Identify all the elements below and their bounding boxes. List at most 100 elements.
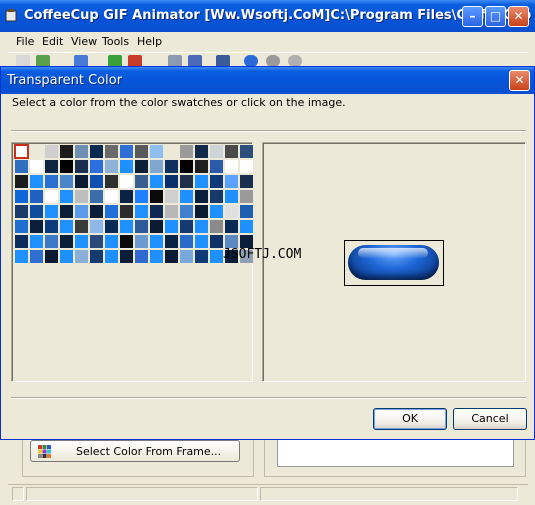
color-swatch[interactable] xyxy=(14,219,29,234)
color-swatch[interactable] xyxy=(44,159,59,174)
color-swatch[interactable] xyxy=(89,174,104,189)
color-swatch[interactable] xyxy=(164,159,179,174)
menu-edit[interactable]: Edit xyxy=(42,35,63,48)
color-swatch[interactable] xyxy=(89,249,104,264)
color-swatch[interactable] xyxy=(224,189,239,204)
color-swatch[interactable] xyxy=(119,144,134,159)
color-swatch[interactable] xyxy=(164,219,179,234)
color-swatch[interactable] xyxy=(194,159,209,174)
color-swatch[interactable] xyxy=(104,234,119,249)
color-swatch[interactable] xyxy=(29,204,44,219)
color-swatch[interactable] xyxy=(209,174,224,189)
color-swatch[interactable] xyxy=(209,204,224,219)
menu-file[interactable]: File xyxy=(16,35,34,48)
color-swatch[interactable] xyxy=(134,174,149,189)
color-swatch[interactable] xyxy=(44,234,59,249)
color-swatch[interactable] xyxy=(59,144,74,159)
color-swatch[interactable] xyxy=(29,144,44,159)
color-swatch[interactable] xyxy=(119,204,134,219)
color-swatch[interactable] xyxy=(89,219,104,234)
color-swatch[interactable] xyxy=(74,189,89,204)
color-swatch[interactable] xyxy=(164,144,179,159)
color-swatch[interactable] xyxy=(59,249,74,264)
color-swatch[interactable] xyxy=(14,234,29,249)
color-swatch[interactable] xyxy=(104,204,119,219)
color-swatch[interactable] xyxy=(194,219,209,234)
color-swatch[interactable] xyxy=(104,249,119,264)
color-swatch[interactable] xyxy=(59,204,74,219)
color-swatch[interactable] xyxy=(134,189,149,204)
color-swatch[interactable] xyxy=(44,204,59,219)
color-swatch[interactable] xyxy=(224,159,239,174)
color-swatch[interactable] xyxy=(89,234,104,249)
color-swatch[interactable] xyxy=(44,249,59,264)
color-swatch[interactable] xyxy=(44,174,59,189)
color-swatch[interactable] xyxy=(134,249,149,264)
color-swatch[interactable] xyxy=(194,234,209,249)
color-swatch[interactable] xyxy=(74,144,89,159)
color-swatch[interactable] xyxy=(149,144,164,159)
color-swatch[interactable] xyxy=(179,204,194,219)
color-swatch[interactable] xyxy=(134,234,149,249)
app-close-button[interactable]: ✕ xyxy=(508,6,529,27)
color-swatch[interactable] xyxy=(44,219,59,234)
preview-image-button-graphic[interactable] xyxy=(348,245,439,280)
color-swatch[interactable] xyxy=(29,234,44,249)
color-swatch[interactable] xyxy=(14,204,29,219)
color-swatch[interactable] xyxy=(209,189,224,204)
color-swatch[interactable] xyxy=(104,219,119,234)
color-swatch[interactable] xyxy=(44,144,59,159)
ok-button[interactable]: OK xyxy=(373,408,447,430)
color-swatch[interactable] xyxy=(209,234,224,249)
color-swatch[interactable] xyxy=(59,189,74,204)
color-swatch[interactable] xyxy=(239,189,254,204)
color-swatch[interactable] xyxy=(119,219,134,234)
color-swatch[interactable] xyxy=(149,204,164,219)
color-swatch[interactable] xyxy=(14,174,29,189)
color-swatch[interactable] xyxy=(164,189,179,204)
color-swatch[interactable] xyxy=(74,234,89,249)
color-swatch[interactable] xyxy=(224,174,239,189)
menu-tools[interactable]: Tools xyxy=(102,35,129,48)
color-swatch[interactable] xyxy=(59,234,74,249)
color-swatch[interactable] xyxy=(179,159,194,174)
select-color-from-frame-button[interactable]: Select Color From Frame... xyxy=(30,440,240,462)
color-swatch[interactable] xyxy=(104,144,119,159)
color-swatch[interactable] xyxy=(239,219,254,234)
color-swatch[interactable] xyxy=(134,204,149,219)
color-swatch[interactable] xyxy=(44,189,59,204)
color-swatch[interactable] xyxy=(194,249,209,264)
color-swatch[interactable] xyxy=(104,174,119,189)
color-swatch[interactable] xyxy=(164,204,179,219)
color-swatch[interactable] xyxy=(134,144,149,159)
color-swatch[interactable] xyxy=(164,174,179,189)
color-swatch[interactable] xyxy=(179,189,194,204)
color-swatch[interactable] xyxy=(179,249,194,264)
color-swatch[interactable] xyxy=(14,189,29,204)
color-swatch[interactable] xyxy=(209,159,224,174)
image-preview-panel[interactable] xyxy=(262,142,526,382)
color-swatch[interactable] xyxy=(104,159,119,174)
color-swatch[interactable] xyxy=(89,204,104,219)
menu-help[interactable]: Help xyxy=(137,35,162,48)
color-swatch[interactable] xyxy=(149,249,164,264)
color-swatch[interactable] xyxy=(239,159,254,174)
color-swatch[interactable] xyxy=(209,144,224,159)
color-swatch[interactable] xyxy=(239,174,254,189)
color-swatch[interactable] xyxy=(224,144,239,159)
color-swatch[interactable] xyxy=(194,204,209,219)
color-swatch[interactable] xyxy=(74,174,89,189)
color-swatch[interactable] xyxy=(119,174,134,189)
color-swatch[interactable] xyxy=(164,249,179,264)
color-swatch[interactable] xyxy=(29,189,44,204)
color-swatch[interactable] xyxy=(194,144,209,159)
color-swatch[interactable] xyxy=(239,204,254,219)
color-swatch[interactable] xyxy=(224,219,239,234)
color-swatch[interactable] xyxy=(149,189,164,204)
color-swatch[interactable] xyxy=(224,204,239,219)
color-swatch[interactable] xyxy=(149,234,164,249)
color-swatch[interactable] xyxy=(149,219,164,234)
menu-view[interactable]: View xyxy=(71,35,97,48)
maximize-button[interactable]: □ xyxy=(485,6,506,27)
color-swatch[interactable] xyxy=(89,144,104,159)
